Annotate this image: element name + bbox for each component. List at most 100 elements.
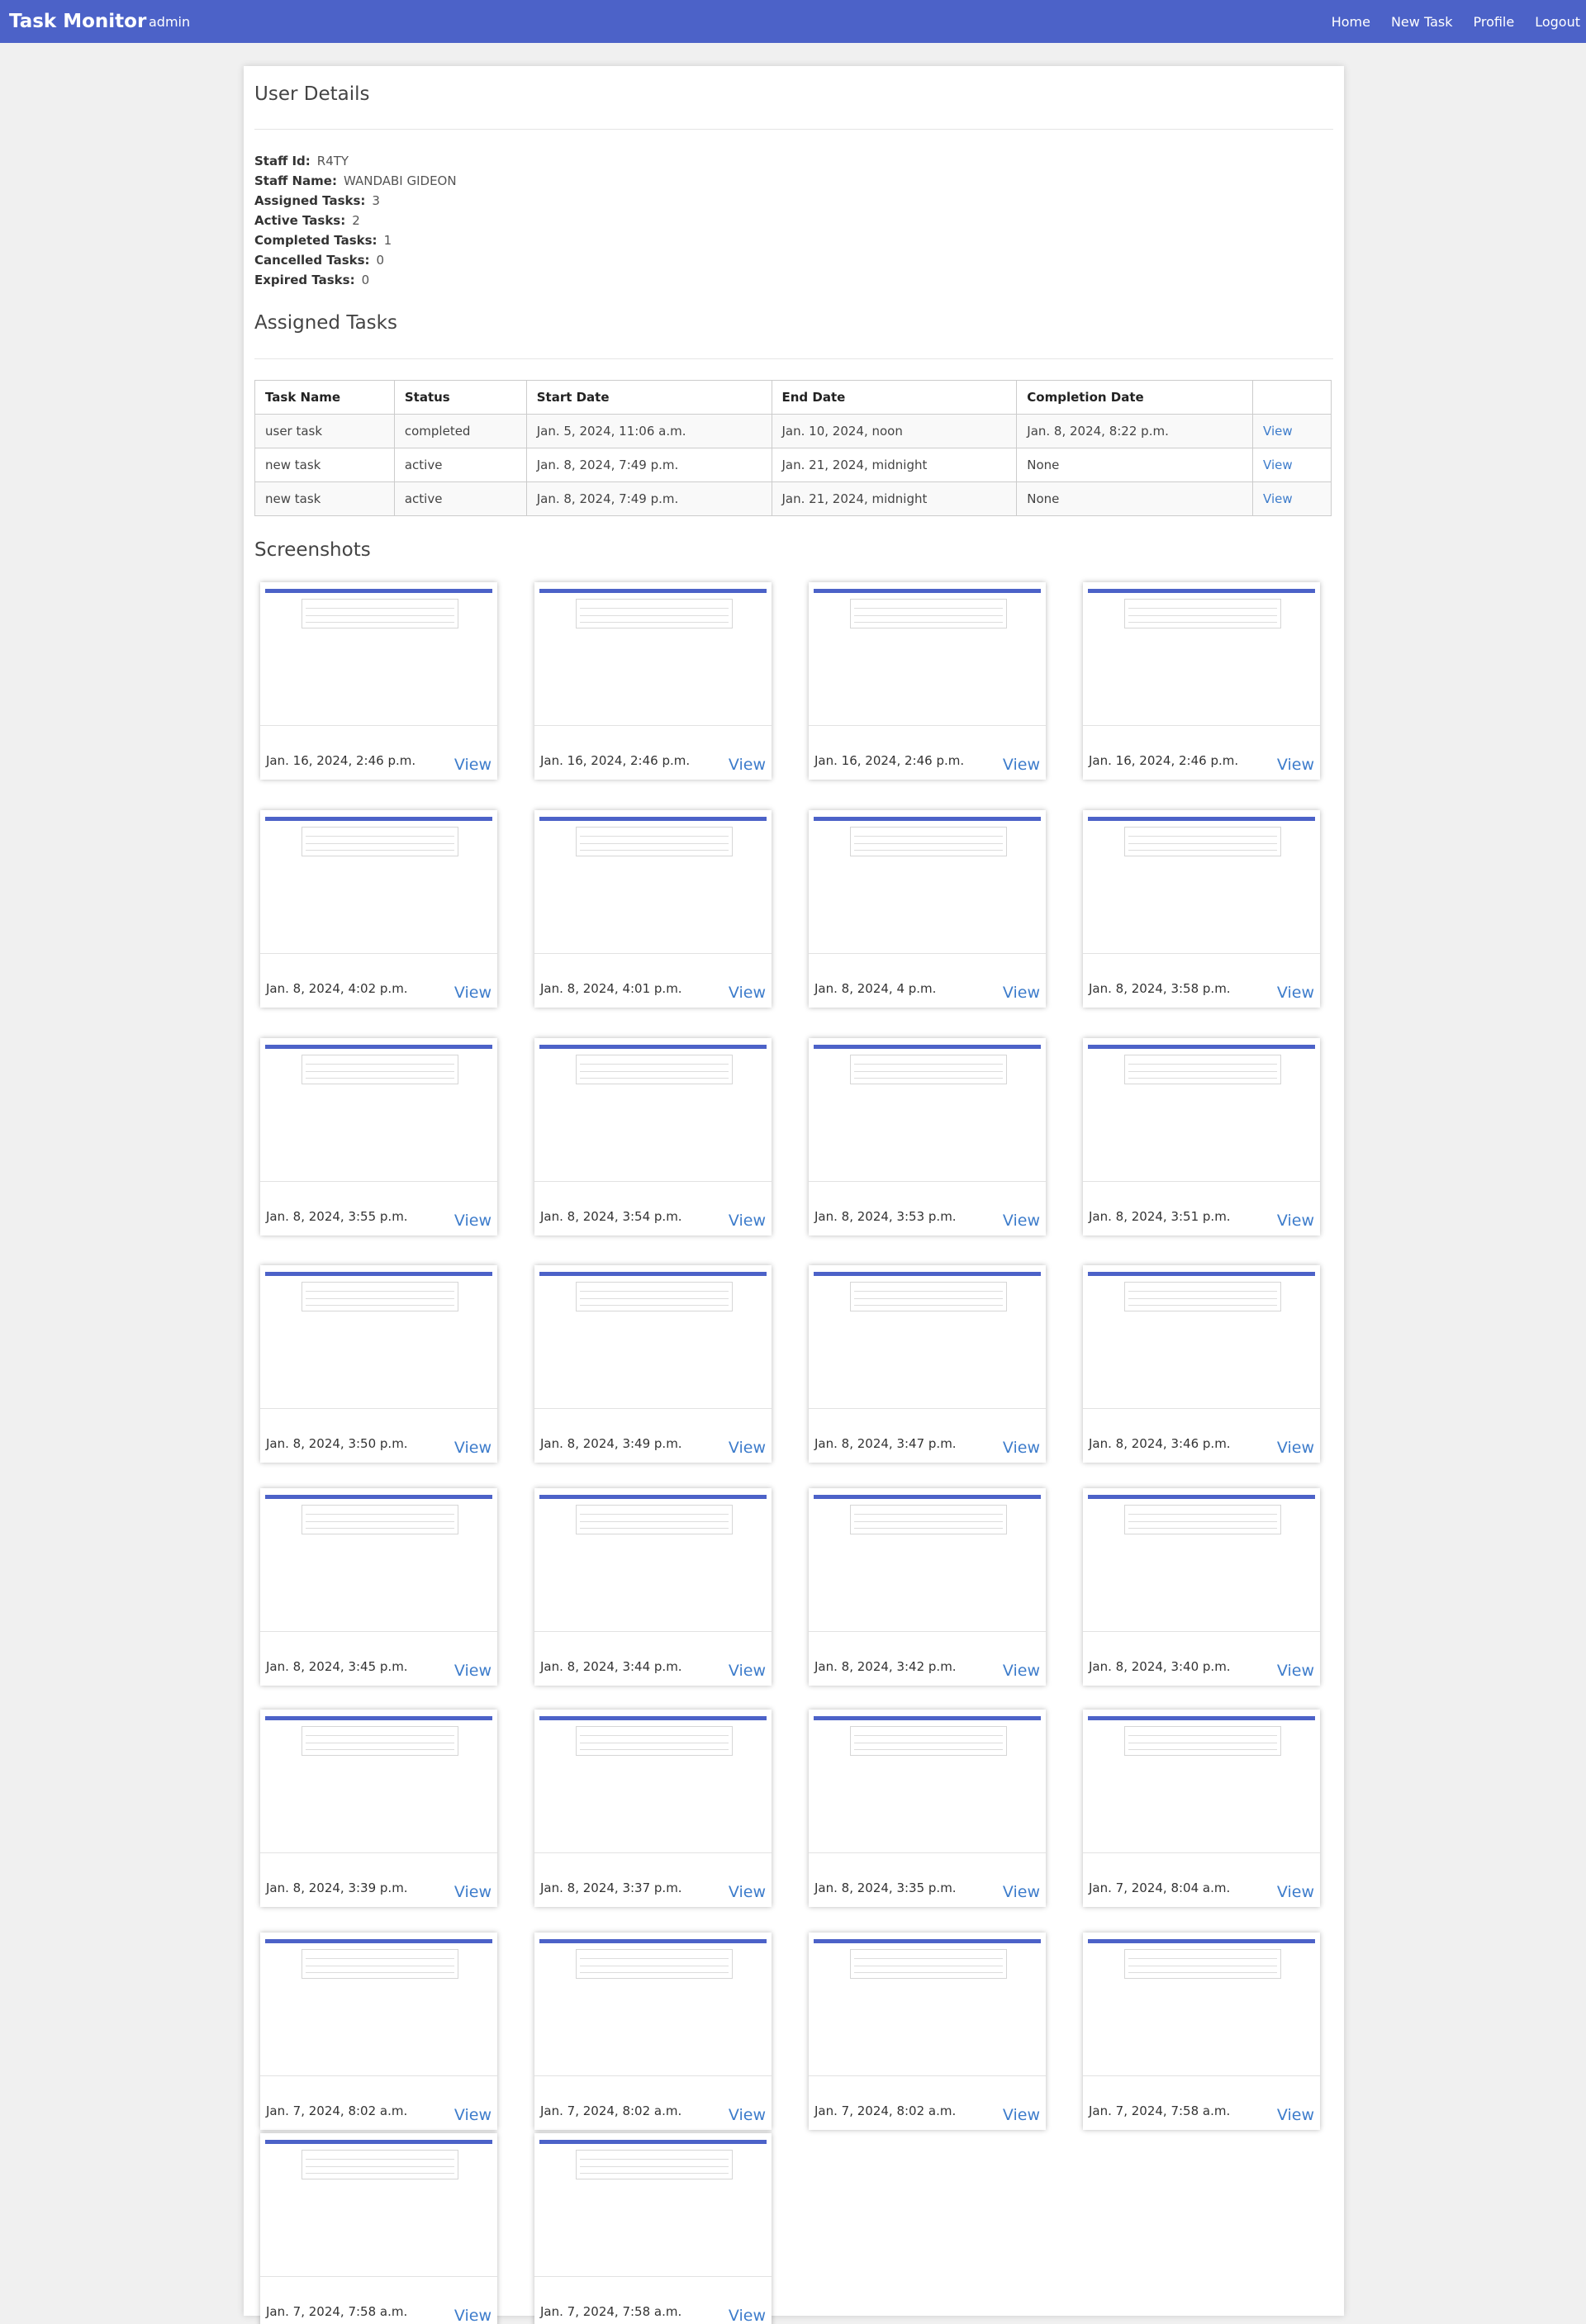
- detail-completed-tasks: Completed Tasks: 1: [254, 230, 457, 250]
- screenshot-view-link[interactable]: View: [454, 755, 491, 775]
- nav-profile-link[interactable]: Profile: [1467, 12, 1520, 32]
- screenshot-card: Jan. 7, 2024, 7:58 a.m. View: [1083, 1933, 1320, 2130]
- screenshot-thumbnail[interactable]: [809, 1038, 1046, 1182]
- view-task-link[interactable]: View: [1263, 424, 1293, 439]
- view-task-link[interactable]: View: [1263, 458, 1293, 472]
- screenshot-thumbnail[interactable]: [534, 1265, 772, 1409]
- screenshot-thumbnail[interactable]: [260, 582, 497, 726]
- screenshot-thumbnail[interactable]: [534, 1933, 772, 2076]
- detail-key: Completed Tasks:: [254, 233, 378, 248]
- screenshot-thumbnail[interactable]: [1083, 1710, 1320, 1853]
- thumbnail-line: [580, 2173, 729, 2174]
- screenshot-thumbnail[interactable]: [534, 2133, 772, 2277]
- screenshot-view-link[interactable]: View: [1277, 1661, 1314, 1681]
- screenshot-view-link[interactable]: View: [729, 1211, 766, 1231]
- screenshot-date: Jan. 8, 2024, 3:50 p.m.: [266, 1436, 408, 1451]
- screenshot-thumbnail[interactable]: [260, 2133, 497, 2277]
- screenshot-thumbnail[interactable]: [1083, 1933, 1320, 2076]
- screenshot-view-link[interactable]: View: [1003, 755, 1040, 775]
- screenshot-thumbnail[interactable]: [534, 1488, 772, 1632]
- screenshot-thumbnail[interactable]: [260, 1038, 497, 1182]
- thumbnail-line: [580, 850, 729, 851]
- screenshot-view-link[interactable]: View: [729, 755, 766, 775]
- screenshot-thumbnail[interactable]: [260, 1933, 497, 2076]
- screenshot-view-link[interactable]: View: [454, 983, 491, 1003]
- screenshot-view-link[interactable]: View: [1277, 1211, 1314, 1231]
- thumbnail-navbar: [814, 1716, 1041, 1720]
- screenshot-view-link[interactable]: View: [454, 1882, 491, 1902]
- screenshot-view-link[interactable]: View: [729, 2105, 766, 2125]
- nav-logout-link[interactable]: Logout: [1529, 12, 1586, 32]
- screenshot-view-link[interactable]: View: [1277, 755, 1314, 775]
- screenshot-thumbnail[interactable]: [260, 1488, 497, 1632]
- screenshot-thumbnail[interactable]: [534, 582, 772, 726]
- thumbnail-line: [1128, 1298, 1277, 1299]
- thumbnail-line: [1128, 1078, 1277, 1079]
- screenshot-thumbnail[interactable]: [809, 1488, 1046, 1632]
- screenshot-thumbnail[interactable]: [534, 1710, 772, 1853]
- thumbnail-content: [302, 1505, 458, 1534]
- thumbnail-content: [576, 599, 733, 628]
- thumbnail-line: [854, 1749, 1003, 1750]
- screenshot-view-link[interactable]: View: [1003, 1211, 1040, 1231]
- screenshot-thumbnail[interactable]: [260, 1710, 497, 1853]
- thumbnail-line: [1128, 1291, 1277, 1292]
- thumbnail-line: [854, 1305, 1003, 1306]
- screenshot-thumbnail[interactable]: [1083, 1265, 1320, 1409]
- screenshot-view-link[interactable]: View: [1277, 1438, 1314, 1458]
- thumbnail-navbar: [539, 1045, 767, 1049]
- screenshot-thumbnail[interactable]: [260, 1265, 497, 1409]
- brand-logo[interactable]: Task Monitor: [9, 9, 146, 34]
- screenshot-thumbnail[interactable]: [809, 1710, 1046, 1853]
- screenshot-view-link[interactable]: View: [454, 1211, 491, 1231]
- nav-home-link[interactable]: Home: [1326, 12, 1376, 32]
- screenshot-view-link[interactable]: View: [1277, 983, 1314, 1003]
- screenshot-view-link[interactable]: View: [454, 2105, 491, 2125]
- completion-date-cell: None: [1016, 448, 1254, 482]
- screenshot-view-link[interactable]: View: [454, 1438, 491, 1458]
- thumbnail-content: [576, 1726, 733, 1756]
- screenshot-date: Jan. 16, 2024, 2:46 p.m.: [1089, 753, 1239, 768]
- status-cell: active: [393, 448, 527, 482]
- screenshot-view-link[interactable]: View: [1003, 2105, 1040, 2125]
- screenshot-thumbnail[interactable]: [809, 1265, 1046, 1409]
- nav-links: Home New Task Profile Logout: [1317, 12, 1586, 32]
- thumbnail-content: [1124, 1505, 1281, 1534]
- screenshot-thumbnail[interactable]: [809, 582, 1046, 726]
- screenshot-card: Jan. 8, 2024, 3:51 p.m. View: [1083, 1038, 1320, 1236]
- screenshot-thumbnail[interactable]: [1083, 810, 1320, 954]
- screenshot-view-link[interactable]: View: [729, 1882, 766, 1902]
- table-row: user task completed Jan. 5, 2024, 11:06 …: [254, 414, 1332, 448]
- screenshot-date: Jan. 8, 2024, 3:40 p.m.: [1089, 1659, 1231, 1674]
- screenshot-thumbnail[interactable]: [534, 1038, 772, 1182]
- screenshot-view-link[interactable]: View: [729, 983, 766, 1003]
- thumbnail-line: [580, 608, 729, 609]
- screenshot-view-link[interactable]: View: [729, 1438, 766, 1458]
- screenshot-view-link[interactable]: View: [1003, 1882, 1040, 1902]
- screenshot-thumbnail[interactable]: [534, 810, 772, 954]
- screenshot-view-link[interactable]: View: [1277, 1882, 1314, 1902]
- nav-new-task-link[interactable]: New Task: [1385, 12, 1459, 32]
- screenshot-thumbnail[interactable]: [260, 810, 497, 954]
- column-header: Task Name: [254, 380, 395, 415]
- screenshot-thumbnail[interactable]: [809, 810, 1046, 954]
- screenshots-heading: Screenshots: [254, 539, 371, 561]
- screenshot-view-link[interactable]: View: [1003, 1661, 1040, 1681]
- thumbnail-content: [850, 1505, 1007, 1534]
- screenshot-view-link[interactable]: View: [1003, 983, 1040, 1003]
- screenshot-view-link[interactable]: View: [1003, 1438, 1040, 1458]
- action-cell: View: [1252, 414, 1332, 448]
- detail-key: Staff Id:: [254, 154, 311, 168]
- screenshot-card: Jan. 8, 2024, 3:44 p.m. View: [534, 1488, 772, 1686]
- screenshot-view-link[interactable]: View: [454, 2306, 491, 2324]
- screenshot-view-link[interactable]: View: [729, 2306, 766, 2324]
- screenshot-thumbnail[interactable]: [1083, 582, 1320, 726]
- screenshot-thumbnail[interactable]: [809, 1933, 1046, 2076]
- screenshot-view-link[interactable]: View: [729, 1661, 766, 1681]
- thumbnail-content: [1124, 599, 1281, 628]
- screenshot-thumbnail[interactable]: [1083, 1488, 1320, 1632]
- screenshot-view-link[interactable]: View: [1277, 2105, 1314, 2125]
- screenshot-view-link[interactable]: View: [454, 1661, 491, 1681]
- screenshot-thumbnail[interactable]: [1083, 1038, 1320, 1182]
- view-task-link[interactable]: View: [1263, 491, 1293, 506]
